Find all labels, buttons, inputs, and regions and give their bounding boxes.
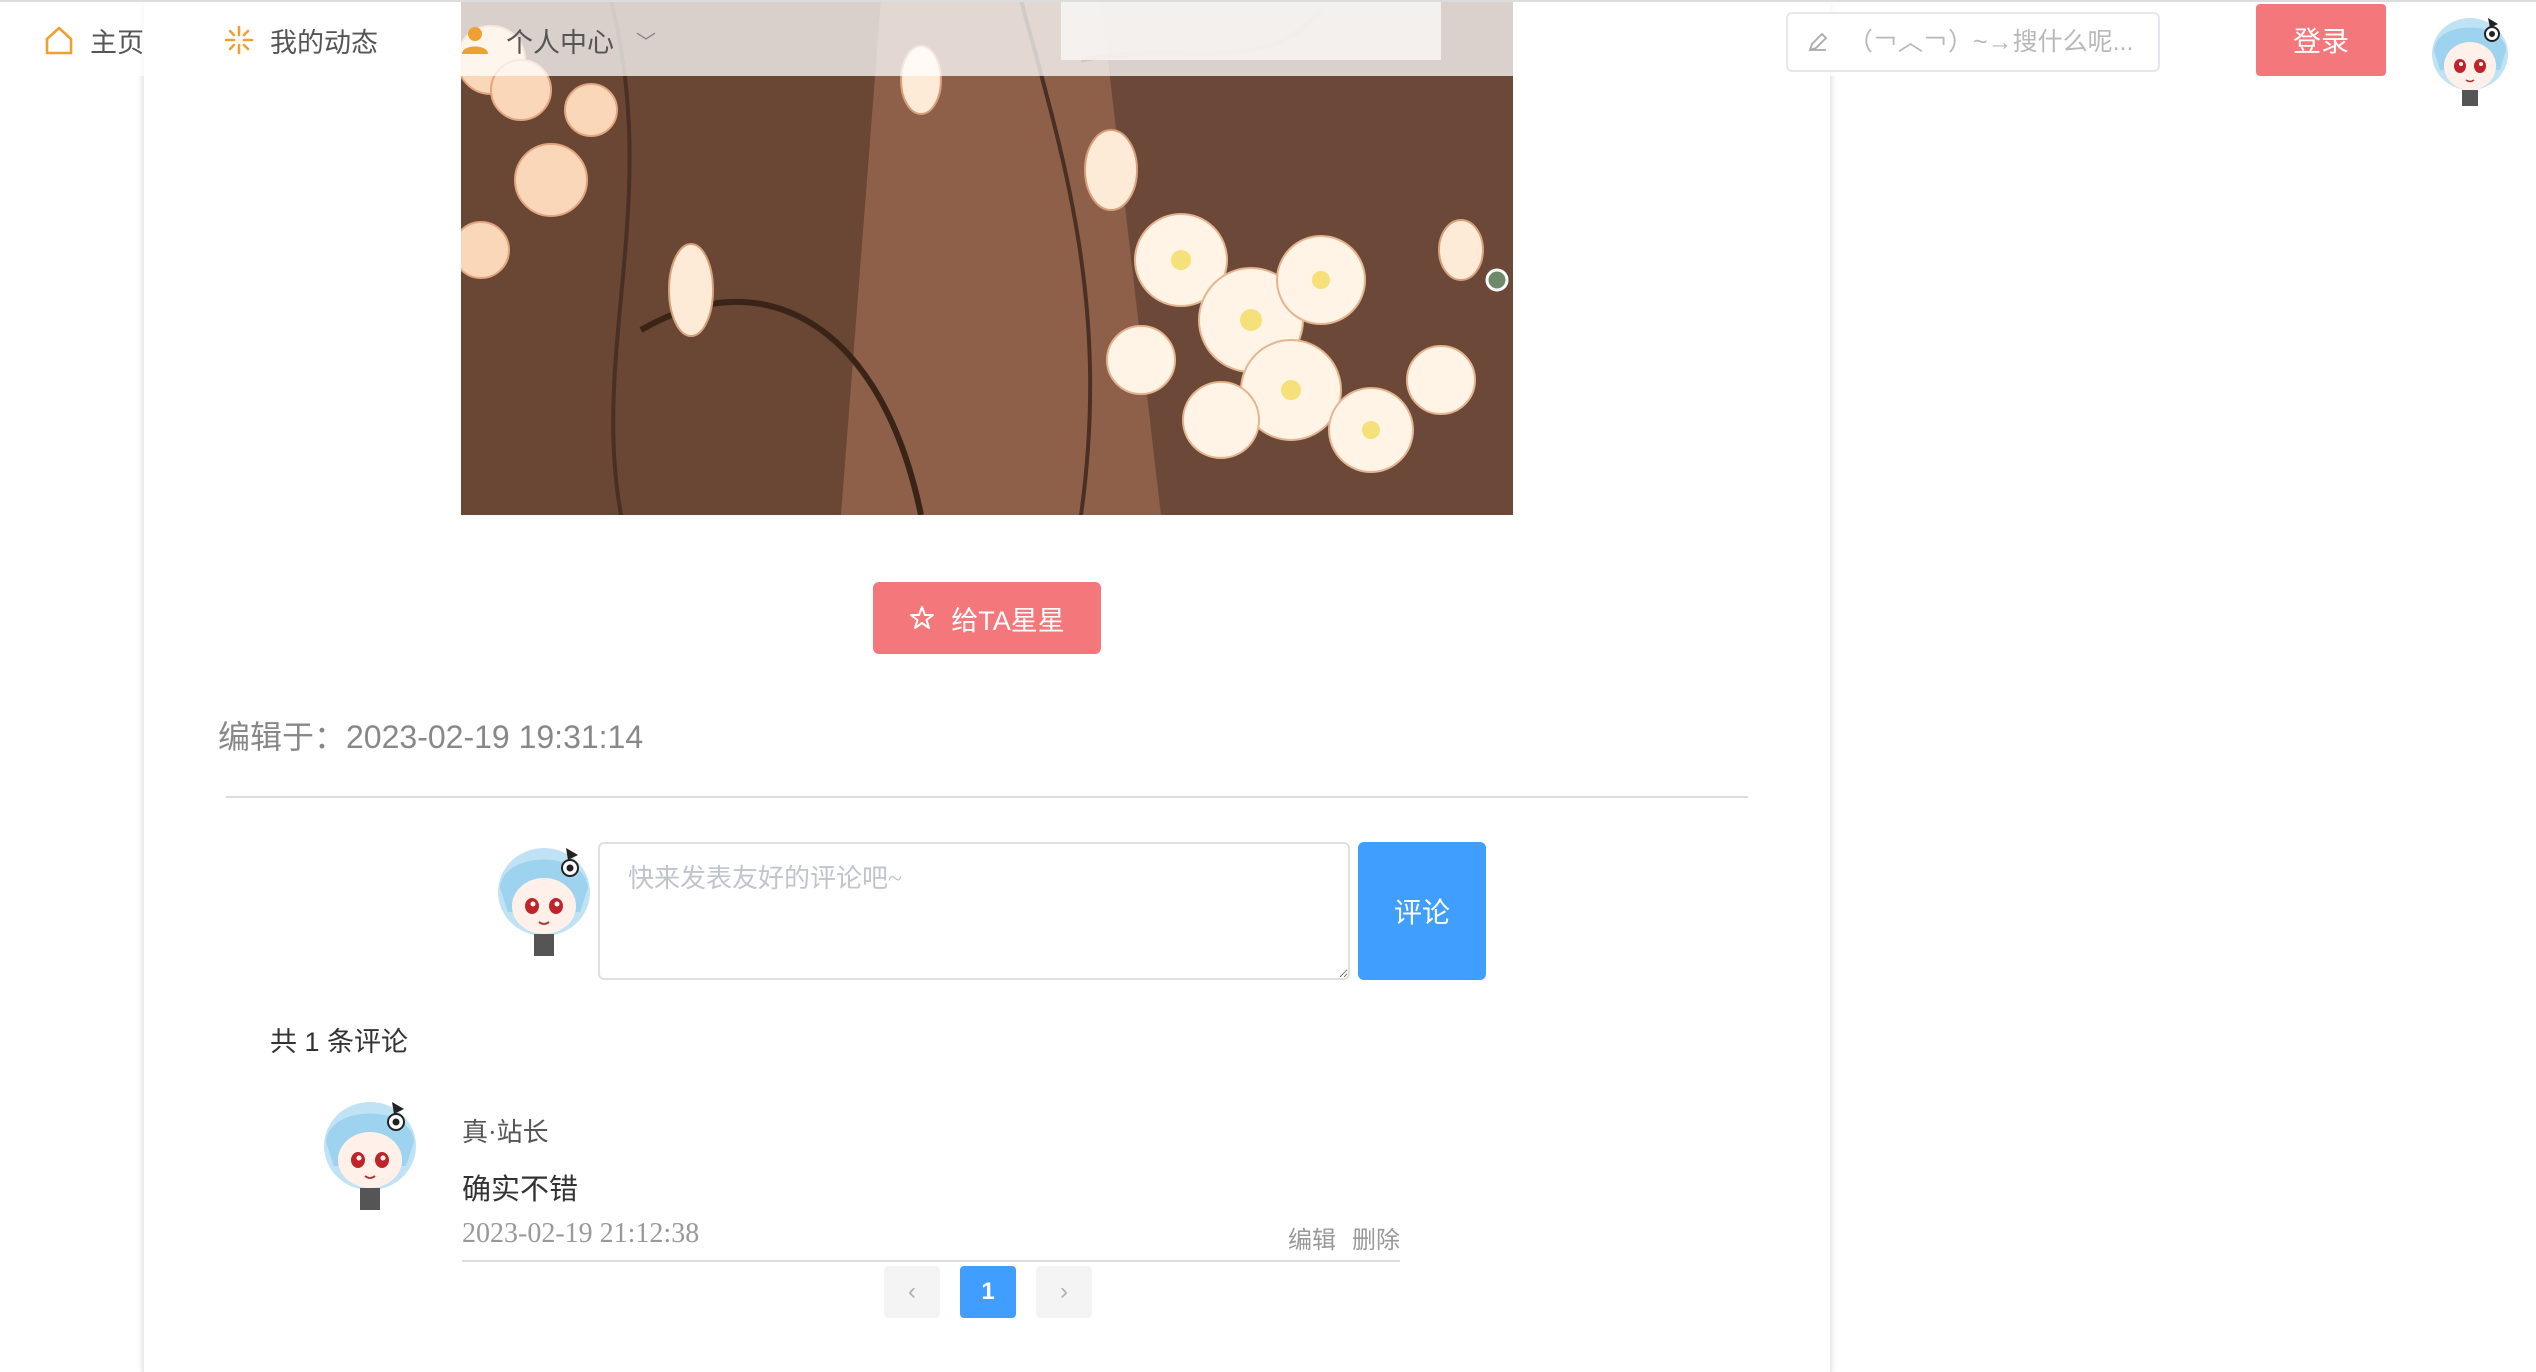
login-button[interactable]: 登录 (2256, 4, 2386, 76)
comment-author: 真·站长 (462, 1118, 549, 1147)
next-page-button[interactable]: › (1036, 1266, 1092, 1318)
user-icon (458, 23, 492, 57)
comment-divider (462, 1260, 1400, 1262)
prev-page-button[interactable]: ‹ (884, 1266, 940, 1318)
star-icon (909, 605, 935, 631)
comment-text: 确实不错 (462, 1174, 579, 1206)
give-star-label: 给TA星星 (951, 605, 1065, 636)
top-navbar: 主页 我的动态 个人中心 ﹀ （￢︿￢）~→搜什么呢... 登录 (0, 0, 2536, 106)
home-icon (42, 23, 76, 57)
nav-center-label: 个人中心 (506, 27, 614, 58)
chevron-down-icon[interactable]: ﹀ (636, 26, 656, 55)
article-image (461, 0, 1513, 515)
comment-date: 2023-02-19 21:12:38 (462, 1218, 700, 1249)
nav-personal-center[interactable]: 个人中心 ﹀ (458, 20, 656, 60)
nav-home-label: 主页 (90, 27, 144, 58)
page-number-button[interactable]: 1 (960, 1266, 1016, 1318)
give-star-button[interactable]: 给TA星星 (873, 582, 1101, 654)
comment-delete-link[interactable]: 删除 (1352, 1220, 1400, 1255)
nav-dynamic[interactable]: 我的动态 (222, 20, 378, 60)
page: 主页 我的动态 个人中心 ﹀ （￢︿￢）~→搜什么呢... 登录 给TA星星 编… (0, 0, 2536, 1372)
pagination: ‹ 1 › (884, 1266, 1092, 1318)
comment-form-avatar (492, 838, 596, 956)
search-box (1786, 12, 2160, 72)
comment-edit-link[interactable]: 编辑 (1288, 1220, 1336, 1255)
submit-comment-button[interactable]: 评论 (1358, 842, 1486, 980)
comment-count: 共 1 条评论 (270, 1027, 409, 1057)
comment-avatar (318, 1092, 422, 1210)
nav-home[interactable]: 主页 (42, 20, 144, 60)
edited-timestamp: 编辑于：2023-02-19 19:31:14 (218, 719, 644, 755)
divider (226, 796, 1748, 798)
nav-dynamic-label: 我的动态 (270, 27, 378, 58)
search-input[interactable] (1848, 27, 2148, 57)
avatar[interactable] (2426, 10, 2514, 106)
sparkle-icon (222, 23, 256, 57)
pencil-icon (1806, 30, 1830, 54)
comment-textarea[interactable] (598, 842, 1350, 980)
